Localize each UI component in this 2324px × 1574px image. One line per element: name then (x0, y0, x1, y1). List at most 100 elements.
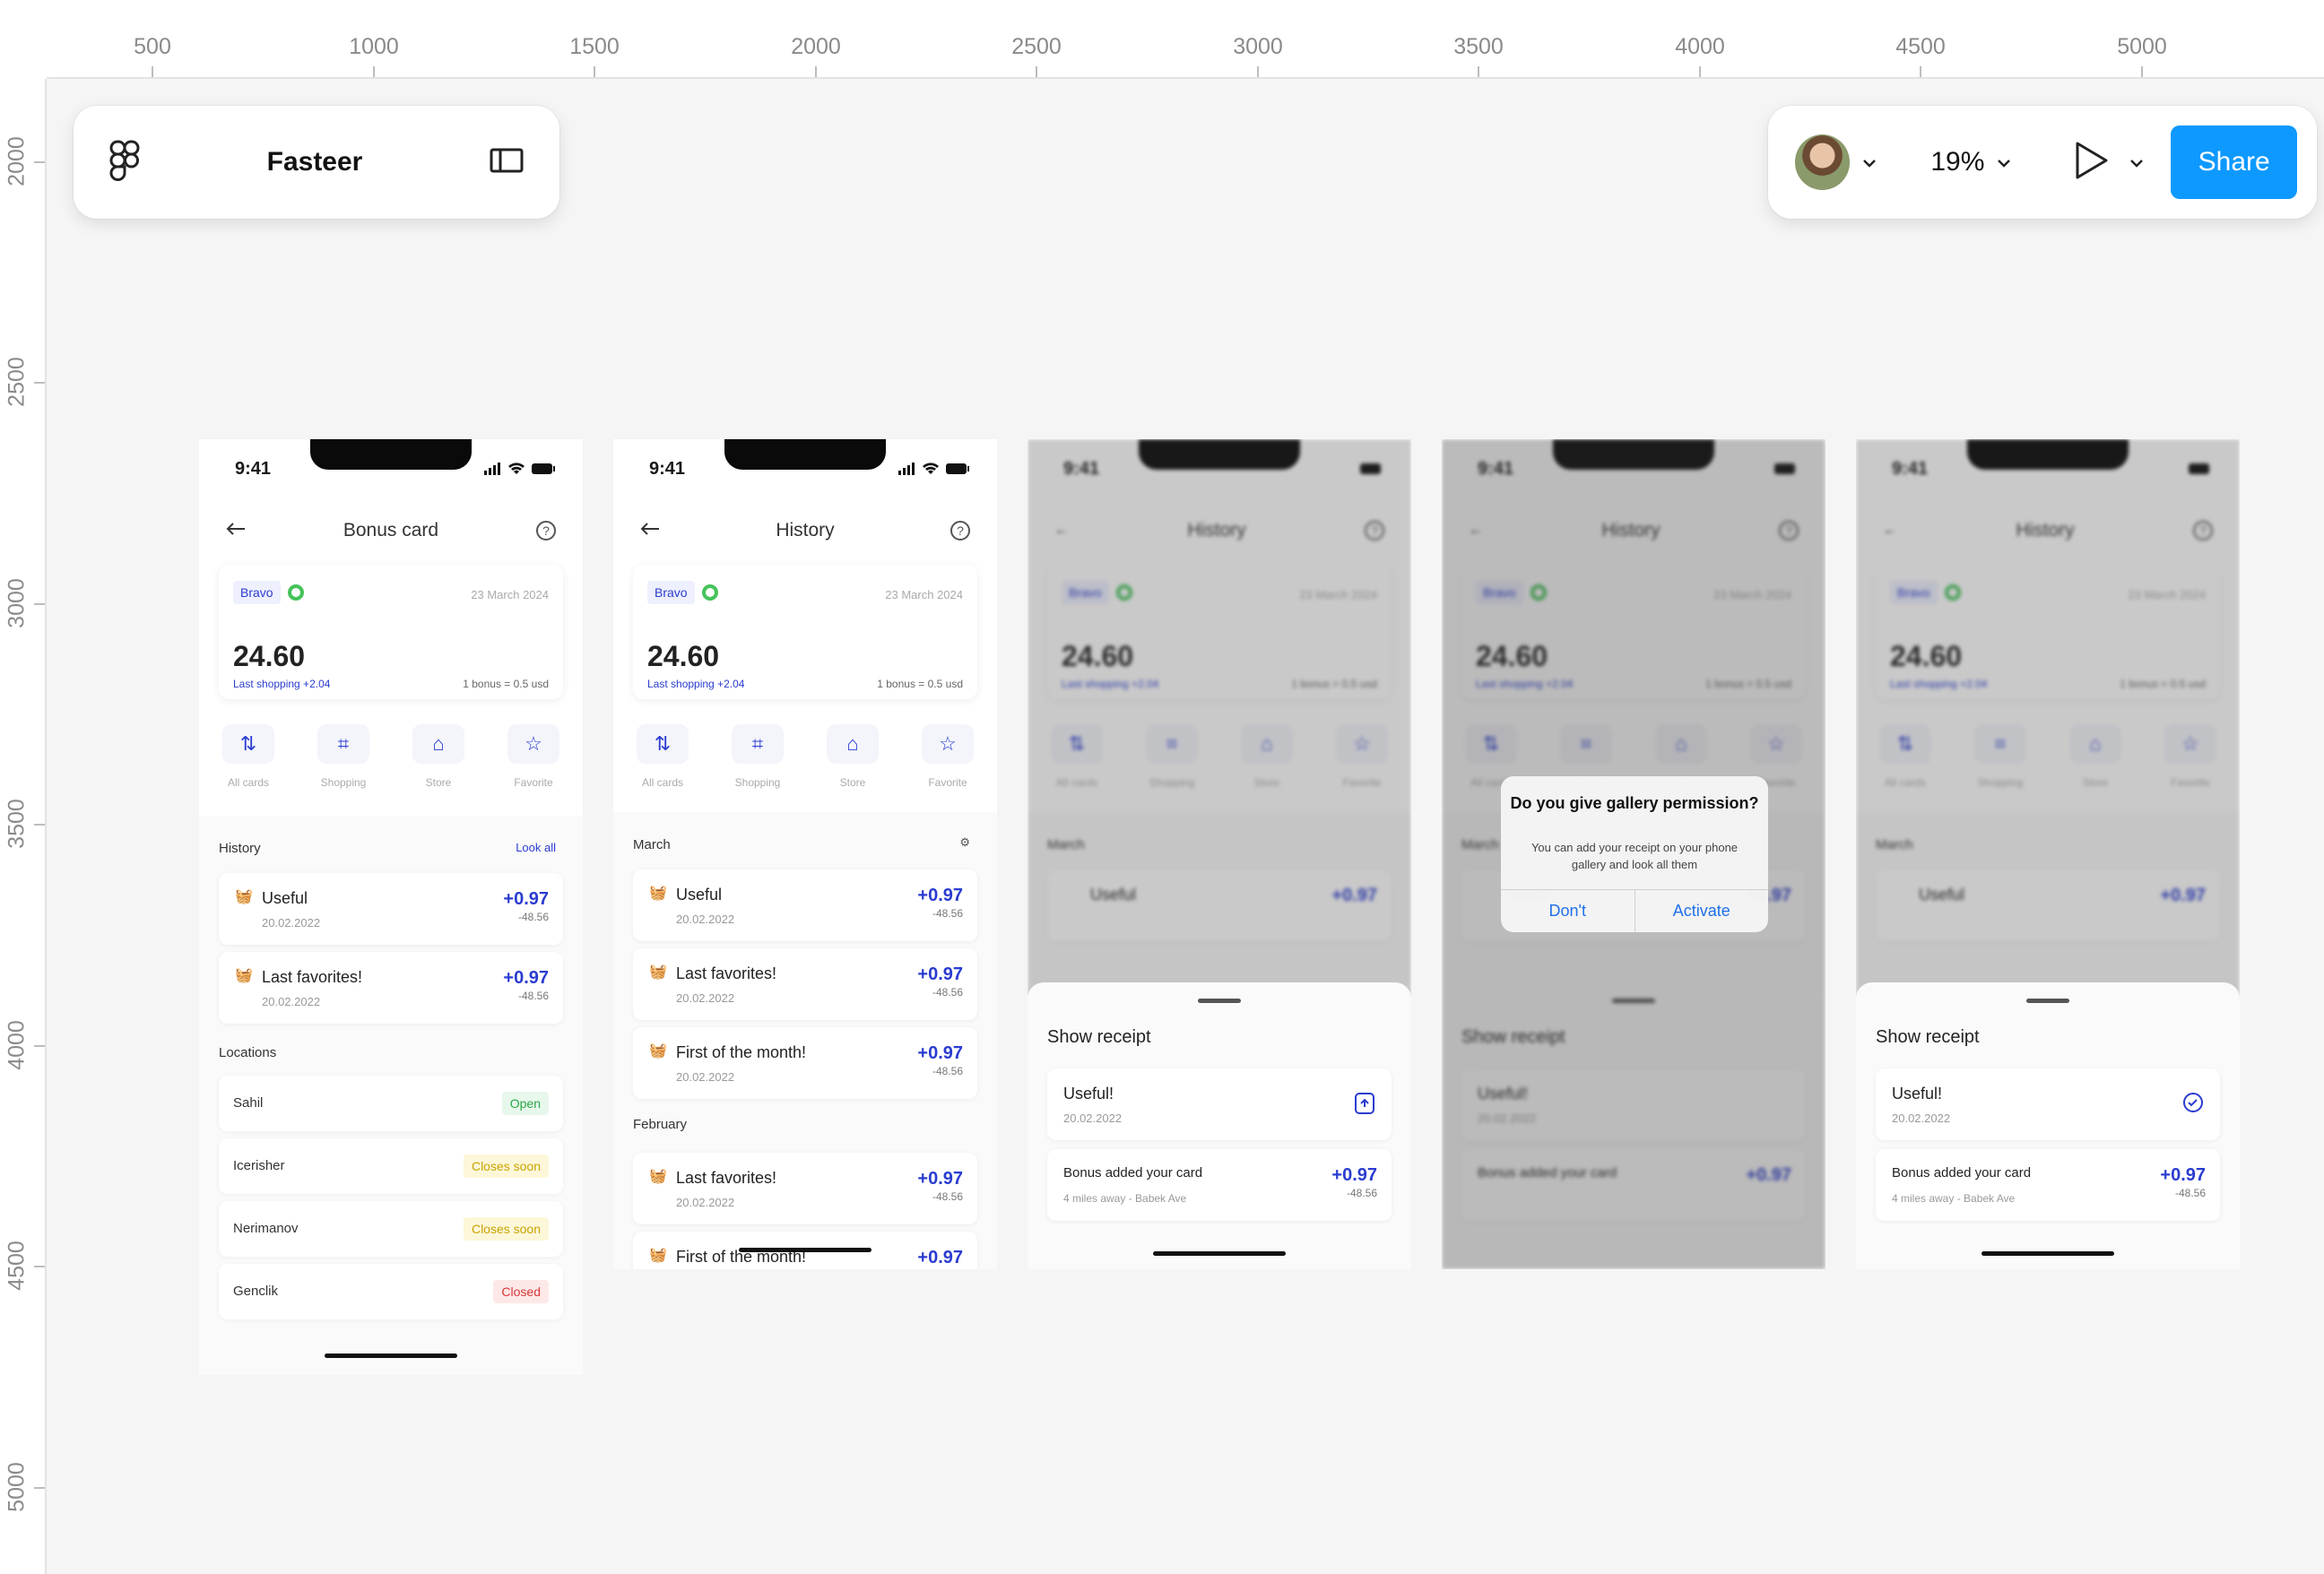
ruler-tick: 2500 (4, 357, 30, 407)
basket-icon: 🧺 (649, 886, 667, 901)
receipt-sheet: Show receipt Useful! 20.02.2022 Bonus ad… (1856, 982, 2240, 1269)
frame-bonus-card[interactable]: 9:41 Bonus card ? Bravo 23 March 2024 24… (199, 439, 583, 1375)
ruler-tick-mark (1699, 66, 1701, 77)
location-name: Genclik (233, 1284, 279, 1299)
frame-show-receipt[interactable]: 9:41 ← History ? Bravo 23 March 2024 24.… (1028, 439, 1411, 1269)
card-amount: 24.60 (233, 640, 306, 672)
ruler-tick-mark (34, 382, 45, 384)
chevron-down-icon[interactable] (1997, 151, 2011, 174)
store-chip: Bravo (647, 581, 695, 604)
back-arrow-icon[interactable] (640, 522, 660, 541)
sidebar-toggle-icon[interactable] (490, 147, 524, 178)
item-minus: -48.56 (517, 990, 549, 1002)
bonus-card-row[interactable]: Bonus added your card 4 miles away - Bab… (1876, 1149, 2220, 1221)
frame-history[interactable]: 9:41 History ? Bravo 23 March 2024 24.60… (613, 439, 997, 1269)
action-all-cards[interactable]: ⇅ All cards (633, 724, 692, 789)
action-label: Shopping (320, 776, 367, 789)
bonus-card[interactable]: Bravo 23 March 2024 24.60 Last shopping … (633, 565, 977, 699)
status-badge: Closed (493, 1280, 549, 1303)
figma-logo-icon[interactable] (109, 140, 140, 186)
help-icon[interactable]: ? (535, 521, 556, 541)
receipt-name: Useful! (1063, 1085, 1114, 1103)
ruler-tick: 500 (134, 34, 171, 59)
ruler-tick-mark (1257, 66, 1259, 77)
list-item[interactable]: 🧺 Useful 20.02.2022 +0.97 -48.56 (633, 869, 977, 941)
avatar[interactable] (1795, 134, 1851, 190)
battery-icon (532, 463, 555, 474)
basket-icon: 🧺 (235, 889, 253, 904)
chevron-down-icon[interactable] (2129, 151, 2144, 174)
ruler-tick: 2500 (1011, 34, 1062, 59)
action-store[interactable]: ⌂ Store (823, 724, 882, 789)
ruler-tick: 3500 (1453, 34, 1504, 59)
activate-button[interactable]: Activate (1634, 890, 1769, 932)
dont-button[interactable]: Don't (1501, 890, 1635, 932)
ruler-left: 2000 2500 3000 3500 4000 4500 5000 (0, 0, 47, 1574)
action-favorite[interactable]: ☆ Favorite (504, 724, 563, 789)
action-label: All cards (227, 776, 269, 789)
last-shopping: Last shopping +2.04 (647, 678, 745, 690)
list-item[interactable]: 🧺 Useful 20.02.2022 +0.97 -48.56 (219, 873, 563, 945)
file-title[interactable]: Fasteer (267, 147, 363, 177)
ruler-tick: 4500 (1895, 34, 1946, 59)
location-item[interactable]: Nerimanov Closes soon (219, 1201, 563, 1257)
receipt-name: Useful! (1892, 1085, 1943, 1103)
play-icon[interactable] (2074, 140, 2110, 186)
item-date: 20.02.2022 (262, 995, 321, 1008)
look-all-link[interactable]: Look all (516, 841, 556, 854)
action-store[interactable]: ⌂ Store (409, 724, 468, 789)
bonus-card-row[interactable]: Bonus added your card 4 miles away - Bab… (1047, 1149, 1392, 1221)
bonus-subtitle: 4 miles away - Babek Ave (1063, 1192, 1187, 1205)
receipt-card[interactable]: Useful! 20.02.2022 (1876, 1068, 2220, 1140)
location-name: Icerisher (233, 1158, 285, 1173)
section-heading: History (219, 841, 261, 856)
receipt-card[interactable]: Useful! 20.02.2022 (1047, 1068, 1392, 1140)
home-indicator (325, 1353, 457, 1358)
list-item[interactable]: 🧺 Last favorites! 20.02.2022 +0.97 -48.5… (633, 1153, 977, 1224)
action-all-cards[interactable]: ⇅ All cards (219, 724, 278, 789)
filter-icon[interactable]: ⚙ (959, 835, 970, 850)
location-item[interactable]: Sahil Open (219, 1076, 563, 1131)
frame-permission-dialog[interactable]: 9:41 ← History ? Bravo 23 March 2024 24.… (1442, 439, 1825, 1269)
screen-title: History (776, 520, 835, 541)
location-item[interactable]: Icerisher Closes soon (219, 1138, 563, 1194)
status-badge: Closes soon (463, 1155, 549, 1178)
action-label: All cards (641, 776, 683, 789)
sort-icon: ⇅ (222, 724, 274, 764)
help-icon[interactable]: ? (950, 521, 970, 541)
action-shopping[interactable]: ⌗ Shopping (314, 724, 373, 789)
canvas[interactable]: 500 1000 1500 2000 2500 3000 3500 4000 4… (0, 0, 2324, 1574)
back-arrow-icon[interactable] (226, 522, 246, 541)
ruler-tick-mark (34, 1045, 45, 1047)
basket-icon: 🧺 (649, 1248, 667, 1263)
zoom-level[interactable]: 19% (1930, 147, 1984, 177)
list-item[interactable]: 🧺 Last favorites! 20.02.2022 +0.97 -48.5… (219, 952, 563, 1024)
frame-receipt-confirmed[interactable]: 9:41 ← History ? Bravo 23 March 2024 24.… (1856, 439, 2240, 1269)
ruler-tick-mark (1036, 66, 1037, 77)
item-plus: +0.97 (917, 1169, 963, 1189)
item-name: Last favorites! (262, 968, 363, 986)
ruler-tick-mark (1920, 66, 1921, 77)
upload-receipt-icon[interactable] (1354, 1092, 1375, 1120)
bonus-card[interactable]: Bravo 23 March 2024 24.60 Last shopping … (219, 565, 563, 699)
list-item[interactable]: 🧺 First of the month! 20.02.2022 +0.97 -… (633, 1027, 977, 1099)
chevron-down-icon[interactable] (1862, 151, 1877, 174)
action-label: Shopping (734, 776, 781, 789)
sheet-handle[interactable] (1198, 999, 1241, 1003)
sheet-handle[interactable] (2026, 999, 2069, 1003)
section-heading: March (633, 837, 671, 852)
receipt-sheet: Show receipt Useful! 20.02.2022 Bonus ad… (1028, 982, 1411, 1269)
file-toolbar: Fasteer (74, 106, 559, 219)
section-heading: Locations (219, 1045, 277, 1060)
permission-dialog: Do you give gallery permission? You can … (1501, 776, 1768, 932)
location-item[interactable]: Genclik Closed (219, 1264, 563, 1319)
item-plus: +0.97 (917, 886, 963, 905)
list-item[interactable]: 🧺 Last favorites! 20.02.2022 +0.97 -48.5… (633, 948, 977, 1020)
scan-icon: ⌗ (317, 724, 369, 764)
action-favorite[interactable]: ☆ Favorite (918, 724, 977, 789)
share-button[interactable]: Share (2171, 125, 2297, 199)
last-shopping: Last shopping +2.04 (233, 678, 331, 690)
ruler-tick-mark (34, 603, 45, 605)
ruler-top: 500 1000 1500 2000 2500 3000 3500 4000 4… (0, 0, 2324, 79)
action-shopping[interactable]: ⌗ Shopping (728, 724, 787, 789)
